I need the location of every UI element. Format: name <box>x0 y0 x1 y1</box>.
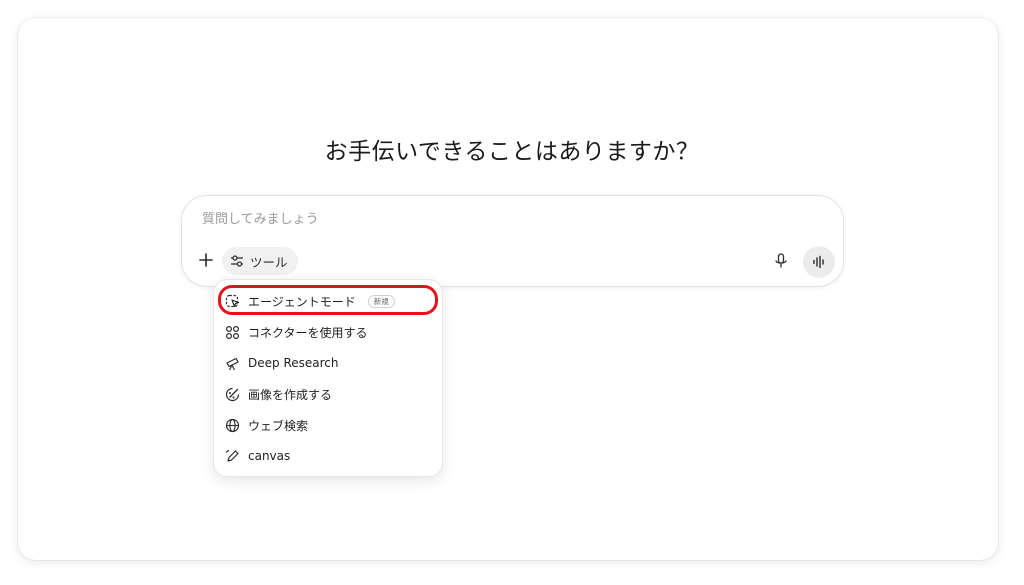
dictate-button[interactable] <box>770 250 792 272</box>
prompt-input[interactable] <box>200 211 764 228</box>
globe-icon <box>224 417 240 433</box>
menu-item-label: Deep Research <box>248 356 339 370</box>
microphone-icon <box>775 253 787 268</box>
tools-menu: エージェントモード 新規 コネクターを使用する Deep Research 画像… <box>213 279 443 477</box>
menu-item-connectors[interactable]: コネクターを使用する <box>224 319 432 345</box>
menu-item-label: canvas <box>248 449 291 463</box>
menu-item-label: コネクターを使用する <box>248 325 368 340</box>
agent-cursor-icon <box>224 293 240 309</box>
voice-mode-button[interactable] <box>803 246 835 278</box>
voice-waveform-icon <box>813 255 824 269</box>
menu-item-web-search[interactable]: ウェブ検索 <box>224 412 432 438</box>
new-badge: 新規 <box>367 294 395 308</box>
sliders-icon <box>231 255 243 267</box>
menu-item-agent-mode[interactable]: エージェントモード 新規 <box>224 288 432 314</box>
telescope-icon <box>224 355 240 371</box>
app-window <box>18 18 998 560</box>
page-title: お手伝いできることはありますか？ <box>324 139 700 165</box>
tools-label: ツール <box>250 254 288 270</box>
menu-item-label: 画像を作成する <box>248 387 333 402</box>
plus-icon <box>199 253 213 267</box>
menu-item-label: エージェントモード <box>248 294 356 309</box>
add-attachment-button[interactable] <box>196 250 216 270</box>
image-create-icon <box>224 386 240 402</box>
menu-item-canvas[interactable]: canvas <box>224 443 432 469</box>
pen-icon <box>224 448 240 464</box>
menu-item-create-image[interactable]: 画像を作成する <box>224 381 432 407</box>
menu-item-label: ウェブ検索 <box>248 418 309 433</box>
composer-box: ツール <box>181 195 844 287</box>
tools-button[interactable]: ツール <box>222 247 298 275</box>
menu-item-deep-research[interactable]: Deep Research <box>224 350 432 376</box>
connectors-icon <box>224 324 240 340</box>
